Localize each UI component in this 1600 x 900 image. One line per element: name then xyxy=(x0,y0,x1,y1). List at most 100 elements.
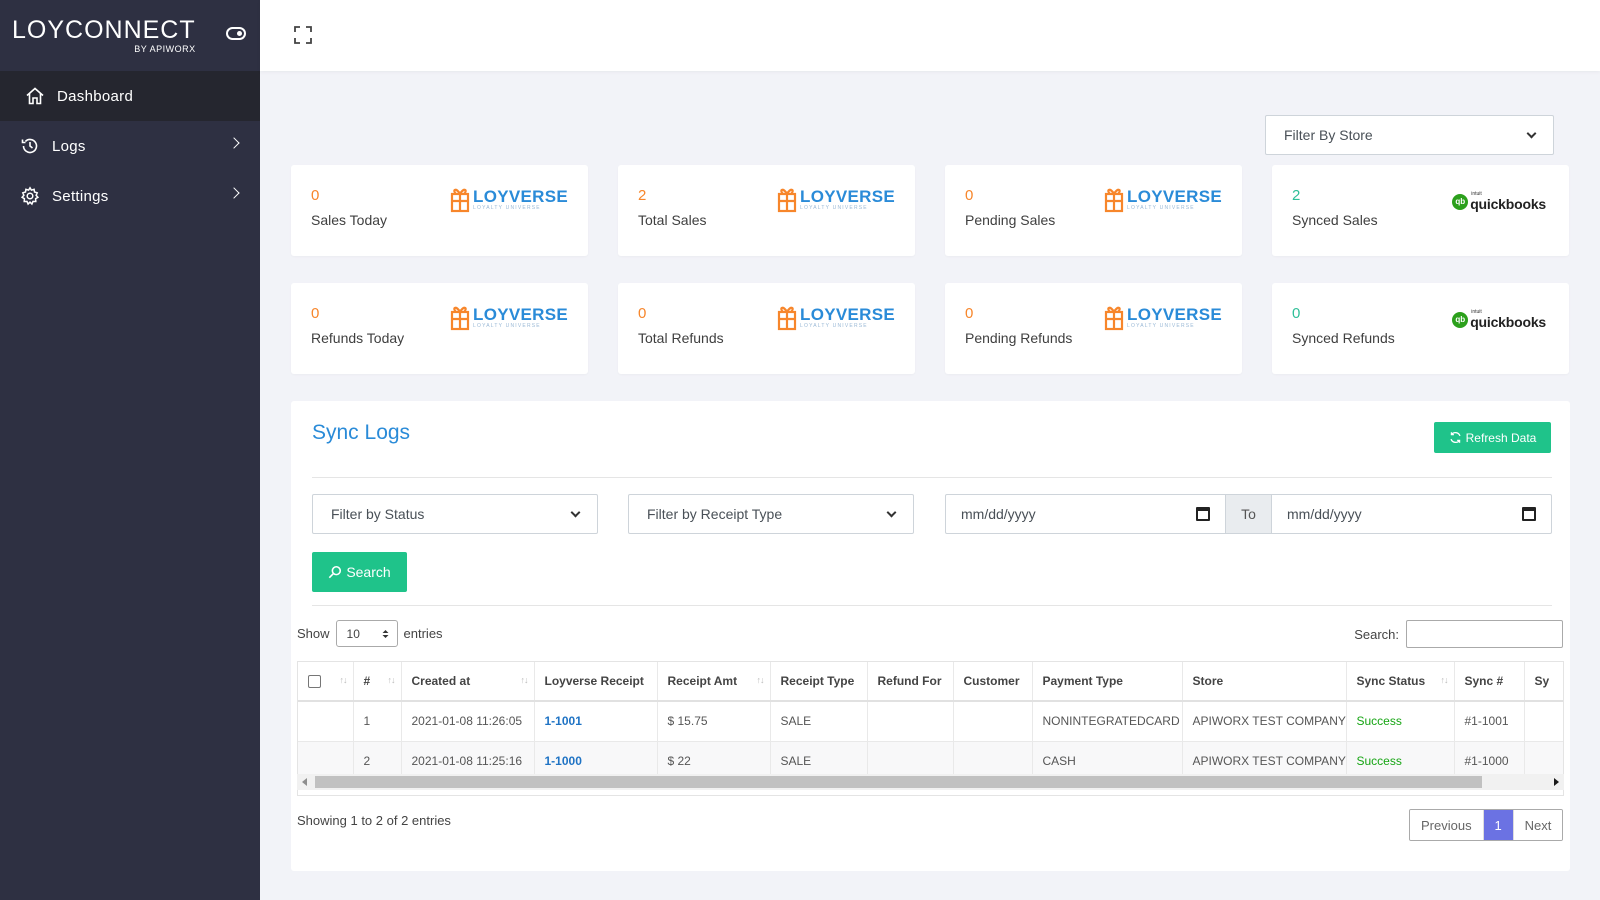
cell-amount: $ 15.75 xyxy=(657,701,771,742)
loyverse-logo: LOYVERSE LOYALTY UNIVERSE xyxy=(450,185,568,213)
stat-card-total-sales: 2 Total Sales LOYVERSE LOYALTY UNIVERSE xyxy=(618,165,915,256)
table-search-input[interactable] xyxy=(1406,620,1563,648)
stat-card-pending-sales: 0 Pending Sales LOYVERSE LOYALTY UNIVERSE xyxy=(945,165,1242,256)
calendar-icon[interactable] xyxy=(1196,507,1210,521)
search-button[interactable]: Search xyxy=(312,552,407,592)
table-row: 1 2021-01-08 11:26:05 1-1001 $ 15.75 SAL… xyxy=(298,701,1563,742)
stat-label: Pending Sales xyxy=(965,212,1056,228)
loyverse-logo: LOYVERSE LOYALTY UNIVERSE xyxy=(450,303,568,331)
gift-icon xyxy=(777,306,797,331)
sort-icon: ↑↓ xyxy=(387,675,396,685)
stat-value: 2 xyxy=(638,187,647,204)
logo-text: LOYVERSE xyxy=(800,186,895,206)
sidebar-toggle-icon[interactable] xyxy=(226,27,246,40)
scroll-right-icon[interactable] xyxy=(1554,778,1559,786)
column-header-label: Payment Type xyxy=(1042,674,1123,688)
column-header[interactable]: Created at ↑↓ xyxy=(401,662,535,702)
sidebar-item-dashboard[interactable]: Dashboard xyxy=(0,71,260,121)
sidebar-item-settings[interactable]: Settings xyxy=(0,171,260,221)
fullscreen-icon[interactable] xyxy=(293,25,313,45)
store-filter-select[interactable]: Filter By Store xyxy=(1265,115,1554,155)
entries-select[interactable]: 10 xyxy=(335,620,398,647)
column-header[interactable]: Refund For xyxy=(867,662,954,702)
column-header[interactable]: Sy xyxy=(1524,662,1563,702)
column-header[interactable]: Sync Status ↑↓ xyxy=(1346,662,1455,702)
stat-card-synced-sales: 2 Synced Sales qb intuit quickbooks xyxy=(1272,165,1569,256)
loyverse-logo: LOYVERSE LOYALTY UNIVERSE xyxy=(1104,303,1222,331)
status-filter-value: Filter by Status xyxy=(331,506,425,522)
brand-sub: BY APIWORX xyxy=(134,43,196,54)
select-all-header[interactable]: ↑↓ xyxy=(298,662,354,702)
sidebar-item-logs[interactable]: Logs xyxy=(0,121,260,171)
receipt-link[interactable]: 1-1000 xyxy=(545,754,582,768)
next-page-button[interactable]: Next xyxy=(1512,810,1563,840)
cell-type: SALE xyxy=(770,701,868,742)
cell-payment: NONINTEGRATEDCARD xyxy=(1032,701,1183,742)
column-header[interactable]: # ↑↓ xyxy=(353,662,402,702)
column-header[interactable]: Store xyxy=(1182,662,1347,702)
divider xyxy=(312,477,1552,478)
logo-subtext: LOYALTY UNIVERSE xyxy=(800,204,868,211)
stat-card-refunds-today: 0 Refunds Today LOYVERSE LOYALTY UNIVERSE xyxy=(291,283,588,374)
cell-status: Success xyxy=(1346,701,1455,742)
scrollbar-thumb[interactable] xyxy=(315,776,1482,788)
cell-refund-for xyxy=(867,701,954,742)
column-header-label: Customer xyxy=(963,674,1020,688)
status-filter-select[interactable]: Filter by Status xyxy=(312,494,598,534)
divider xyxy=(312,605,1552,606)
column-header-label: Refund For xyxy=(877,674,942,688)
receipt-link[interactable]: 1-1001 xyxy=(545,714,582,728)
column-header[interactable]: Sync # xyxy=(1454,662,1525,702)
sidebar-item-label: Settings xyxy=(52,187,109,205)
stat-card-sales-today: 0 Sales Today LOYVERSE LOYALTY UNIVERSE xyxy=(291,165,588,256)
chevron-right-icon xyxy=(228,187,240,199)
table-info: Showing 1 to 2 of 2 entries xyxy=(297,813,451,828)
chevron-right-icon xyxy=(228,137,240,149)
table-search: Search: xyxy=(1354,620,1563,648)
cell-extra xyxy=(1524,701,1563,742)
status-badge: Success xyxy=(1356,714,1402,729)
scroll-left-icon[interactable] xyxy=(302,778,307,786)
brand-logo[interactable]: LOYCONNECT BY APIWORX xyxy=(12,17,196,54)
stat-label: Total Refunds xyxy=(638,330,724,346)
panel-title: Sync Logs xyxy=(312,421,411,444)
stat-value: 0 xyxy=(311,305,320,322)
column-header[interactable]: Loyverse Receipt xyxy=(534,662,658,702)
date-to-input[interactable]: mm/dd/yyyy xyxy=(1271,494,1552,534)
logo-subtext: LOYALTY UNIVERSE xyxy=(473,322,541,329)
horizontal-scrollbar[interactable] xyxy=(297,774,1564,790)
column-header[interactable]: Payment Type xyxy=(1032,662,1183,702)
column-header[interactable]: Customer xyxy=(953,662,1033,702)
entries-value: 10 xyxy=(346,626,360,641)
logo-subtext: LOYALTY UNIVERSE xyxy=(1127,204,1195,211)
table-header-row: ↑↓ # ↑↓ Created at ↑↓ Loyverse Receipt Rec… xyxy=(298,662,1563,702)
home-icon xyxy=(25,86,45,106)
column-header-label: Sync # xyxy=(1464,674,1504,688)
logo-text: LOYVERSE xyxy=(1127,186,1222,206)
logo-text: LOYVERSE xyxy=(473,186,568,206)
cell-sync-num: #1-1001 xyxy=(1454,701,1525,742)
date-from-input[interactable]: mm/dd/yyyy xyxy=(945,494,1226,534)
previous-page-button[interactable]: Previous xyxy=(1410,810,1483,840)
receipt-type-filter-value: Filter by Receipt Type xyxy=(647,506,783,522)
stat-label: Total Sales xyxy=(638,212,707,228)
cell-customer xyxy=(953,701,1033,742)
gift-icon xyxy=(450,188,470,213)
date-range: mm/dd/yyyy To mm/dd/yyyy xyxy=(945,494,1552,534)
brand: LOYCONNECT BY APIWORX xyxy=(0,0,260,71)
stat-value: 2 xyxy=(1292,187,1301,204)
stat-value: 0 xyxy=(965,187,974,204)
row-select-cell[interactable] xyxy=(298,701,354,742)
column-header[interactable]: Receipt Type xyxy=(770,662,868,702)
column-header[interactable]: Receipt Amt ↑↓ xyxy=(657,662,771,702)
select-all-checkbox[interactable] xyxy=(308,675,321,689)
logo-text: quickbooks xyxy=(1470,196,1546,212)
gift-icon xyxy=(777,188,797,213)
stat-label: Synced Sales xyxy=(1292,212,1378,228)
column-header-label: Store xyxy=(1192,674,1224,688)
receipt-type-filter-select[interactable]: Filter by Receipt Type xyxy=(628,494,914,534)
entries-length: Show 10 entries xyxy=(297,620,443,647)
calendar-icon[interactable] xyxy=(1522,507,1536,521)
refresh-data-button[interactable]: Refresh Data xyxy=(1434,422,1551,453)
page-1-button[interactable]: 1 xyxy=(1482,810,1513,840)
